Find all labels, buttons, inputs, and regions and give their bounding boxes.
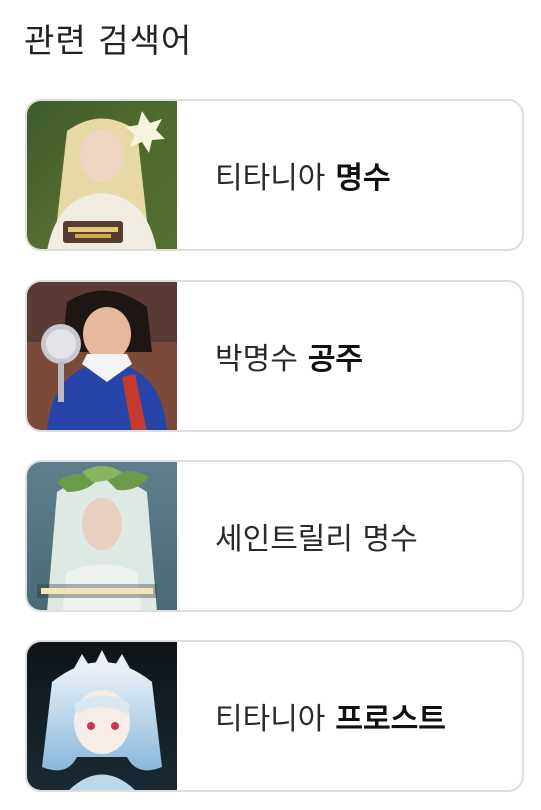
- related-search-item-1[interactable]: 티타니아 명수: [25, 99, 524, 251]
- label-text: 티타니아: [215, 161, 326, 196]
- label-text: 박명수: [215, 342, 298, 377]
- label-text: 티타니아: [215, 702, 326, 737]
- label-text: 세인트릴리 명수: [215, 522, 418, 557]
- related-search-item-4[interactable]: 티타니아 프로스트: [25, 640, 524, 792]
- related-search-item-2[interactable]: 박명수 공주: [25, 280, 524, 432]
- label-highlight: 공주: [307, 342, 364, 377]
- person-white-hair-leaf-crown-thumbnail: [27, 462, 177, 610]
- related-searches-title: 관련 검색어: [24, 21, 193, 60]
- related-search-item-3[interactable]: 세인트릴리 명수: [25, 460, 524, 612]
- related-search-label: 티타니아 명수: [215, 101, 391, 249]
- label-highlight: 프로스트: [335, 702, 446, 737]
- related-search-label: 박명수 공주: [215, 282, 363, 430]
- related-search-label: 티타니아 프로스트: [215, 642, 446, 790]
- related-search-label: 세인트릴리 명수: [215, 462, 418, 610]
- anime-white-hair-character-thumbnail: [27, 642, 177, 790]
- person-blonde-flower-crown-thumbnail: [27, 101, 177, 249]
- person-snow-white-mirror-thumbnail: [27, 282, 177, 430]
- label-highlight: 명수: [335, 161, 391, 196]
